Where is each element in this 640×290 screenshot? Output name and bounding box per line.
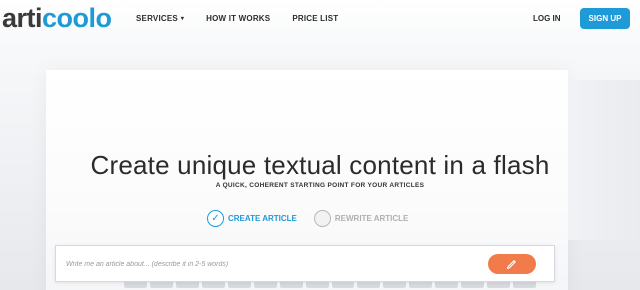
nav-item-price-list[interactable]: PRICE LIST xyxy=(292,14,338,23)
hero-subtitle: A QUICK, COHERENT STARTING POINT FOR YOU… xyxy=(215,182,425,189)
option-label: CREATE ARTICLE xyxy=(228,214,297,223)
logo[interactable]: articoolo xyxy=(2,3,112,33)
nav-item-label: PRICE LIST xyxy=(292,14,339,23)
signup-button[interactable]: SIGN UP xyxy=(580,8,630,29)
main-nav: SERVICES ▾ HOW IT WORKS PRICE LIST xyxy=(136,14,360,23)
top-navbar: articoolo SERVICES ▾ HOW IT WORKS PRICE … xyxy=(0,0,640,40)
hero-title: Create unique textual content in a flash xyxy=(90,150,550,180)
login-link[interactable]: LOG IN xyxy=(533,14,561,23)
check-icon: ✓ xyxy=(207,210,224,227)
nav-item-label: SERVICES xyxy=(136,14,178,23)
nav-item-label: HOW IT WORKS xyxy=(206,14,271,23)
nav-item-how-it-works[interactable]: HOW IT WORKS xyxy=(206,14,270,23)
article-topic-input[interactable] xyxy=(66,255,466,273)
mode-options: ✓ CREATE ARTICLE REWRITE ARTICLE xyxy=(207,210,408,227)
create-article-option[interactable]: ✓ CREATE ARTICLE xyxy=(207,210,297,227)
article-prompt-box xyxy=(55,245,555,282)
pencil-icon xyxy=(506,260,516,270)
logo-text: arti xyxy=(2,3,43,33)
generate-button[interactable] xyxy=(488,254,536,274)
nav-item-services[interactable]: SERVICES ▾ xyxy=(136,14,184,23)
caret-down-icon: ▾ xyxy=(180,16,185,22)
option-label: REWRITE ARTICLE xyxy=(334,214,409,223)
rewrite-article-option[interactable]: REWRITE ARTICLE xyxy=(313,210,409,227)
radio-empty-icon xyxy=(313,210,331,227)
logo-accent-text: coolo xyxy=(42,3,112,33)
